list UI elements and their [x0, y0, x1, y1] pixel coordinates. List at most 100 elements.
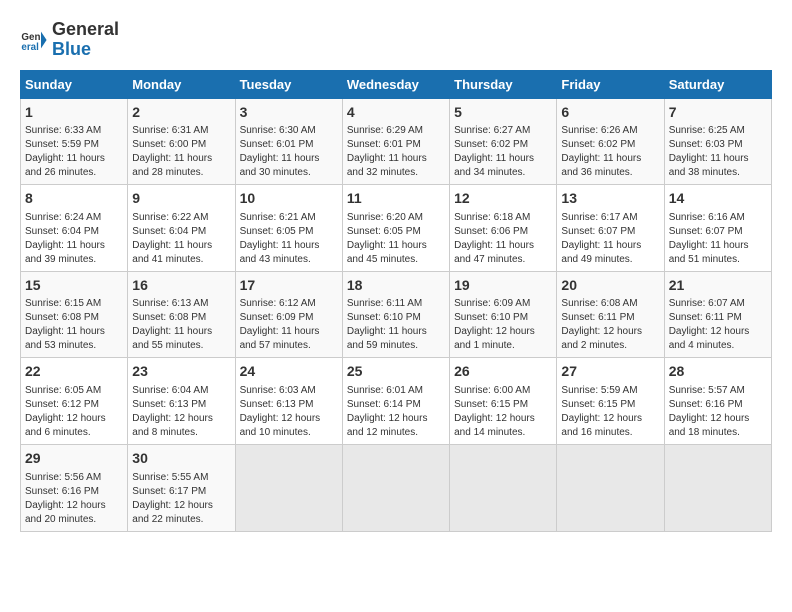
day-number: 6 — [561, 103, 659, 123]
calendar-cell: 2Sunrise: 6:31 AMSunset: 6:00 PMDaylight… — [128, 98, 235, 185]
calendar-cell — [557, 444, 664, 531]
calendar-cell: 28Sunrise: 5:57 AMSunset: 6:16 PMDayligh… — [664, 358, 771, 445]
day-number: 4 — [347, 103, 445, 123]
day-info: Sunrise: 6:13 AMSunset: 6:08 PMDaylight:… — [132, 297, 230, 353]
calendar-cell: 25Sunrise: 6:01 AMSunset: 6:14 PMDayligh… — [342, 358, 449, 445]
calendar-cell: 12Sunrise: 6:18 AMSunset: 6:06 PMDayligh… — [450, 185, 557, 272]
calendar-cell: 7Sunrise: 6:25 AMSunset: 6:03 PMDaylight… — [664, 98, 771, 185]
day-info: Sunrise: 6:00 AMSunset: 6:15 PMDaylight:… — [454, 384, 552, 440]
day-number: 9 — [132, 189, 230, 209]
page-header: Gen eral General Blue — [20, 20, 772, 60]
day-info: Sunrise: 6:15 AMSunset: 6:08 PMDaylight:… — [25, 297, 123, 353]
calendar-cell: 20Sunrise: 6:08 AMSunset: 6:11 PMDayligh… — [557, 271, 664, 358]
calendar-cell: 24Sunrise: 6:03 AMSunset: 6:13 PMDayligh… — [235, 358, 342, 445]
day-number: 23 — [132, 362, 230, 382]
day-info: Sunrise: 6:21 AMSunset: 6:05 PMDaylight:… — [240, 211, 338, 267]
calendar-cell: 6Sunrise: 6:26 AMSunset: 6:02 PMDaylight… — [557, 98, 664, 185]
calendar-cell: 8Sunrise: 6:24 AMSunset: 6:04 PMDaylight… — [21, 185, 128, 272]
calendar-cell — [450, 444, 557, 531]
calendar-row: 22Sunrise: 6:05 AMSunset: 6:12 PMDayligh… — [21, 358, 772, 445]
day-number: 24 — [240, 362, 338, 382]
day-info: Sunrise: 6:03 AMSunset: 6:13 PMDaylight:… — [240, 384, 338, 440]
day-info: Sunrise: 6:25 AMSunset: 6:03 PMDaylight:… — [669, 124, 767, 180]
calendar-cell: 11Sunrise: 6:20 AMSunset: 6:05 PMDayligh… — [342, 185, 449, 272]
day-info: Sunrise: 6:22 AMSunset: 6:04 PMDaylight:… — [132, 211, 230, 267]
day-number: 14 — [669, 189, 767, 209]
header-friday: Friday — [557, 70, 664, 98]
day-number: 28 — [669, 362, 767, 382]
day-info: Sunrise: 5:59 AMSunset: 6:15 PMDaylight:… — [561, 384, 659, 440]
logo-icon: Gen eral — [20, 26, 48, 54]
day-number: 17 — [240, 276, 338, 296]
day-number: 13 — [561, 189, 659, 209]
day-number: 8 — [25, 189, 123, 209]
calendar-cell: 4Sunrise: 6:29 AMSunset: 6:01 PMDaylight… — [342, 98, 449, 185]
calendar-cell: 23Sunrise: 6:04 AMSunset: 6:13 PMDayligh… — [128, 358, 235, 445]
day-info: Sunrise: 6:01 AMSunset: 6:14 PMDaylight:… — [347, 384, 445, 440]
header-tuesday: Tuesday — [235, 70, 342, 98]
day-number: 21 — [669, 276, 767, 296]
day-info: Sunrise: 6:33 AMSunset: 5:59 PMDaylight:… — [25, 124, 123, 180]
calendar-cell: 22Sunrise: 6:05 AMSunset: 6:12 PMDayligh… — [21, 358, 128, 445]
calendar-cell: 26Sunrise: 6:00 AMSunset: 6:15 PMDayligh… — [450, 358, 557, 445]
day-number: 30 — [132, 449, 230, 469]
day-info: Sunrise: 6:16 AMSunset: 6:07 PMDaylight:… — [669, 211, 767, 267]
day-info: Sunrise: 6:31 AMSunset: 6:00 PMDaylight:… — [132, 124, 230, 180]
day-info: Sunrise: 6:26 AMSunset: 6:02 PMDaylight:… — [561, 124, 659, 180]
day-info: Sunrise: 6:30 AMSunset: 6:01 PMDaylight:… — [240, 124, 338, 180]
day-number: 1 — [25, 103, 123, 123]
day-info: Sunrise: 6:12 AMSunset: 6:09 PMDaylight:… — [240, 297, 338, 353]
day-info: Sunrise: 6:27 AMSunset: 6:02 PMDaylight:… — [454, 124, 552, 180]
header-thursday: Thursday — [450, 70, 557, 98]
day-number: 25 — [347, 362, 445, 382]
day-info: Sunrise: 5:56 AMSunset: 6:16 PMDaylight:… — [25, 471, 123, 527]
day-number: 7 — [669, 103, 767, 123]
calendar-row: 29Sunrise: 5:56 AMSunset: 6:16 PMDayligh… — [21, 444, 772, 531]
day-number: 26 — [454, 362, 552, 382]
header-saturday: Saturday — [664, 70, 771, 98]
calendar-header-row: SundayMondayTuesdayWednesdayThursdayFrid… — [21, 70, 772, 98]
day-number: 11 — [347, 189, 445, 209]
day-info: Sunrise: 6:09 AMSunset: 6:10 PMDaylight:… — [454, 297, 552, 353]
day-info: Sunrise: 6:24 AMSunset: 6:04 PMDaylight:… — [25, 211, 123, 267]
day-number: 20 — [561, 276, 659, 296]
day-info: Sunrise: 6:17 AMSunset: 6:07 PMDaylight:… — [561, 211, 659, 267]
day-info: Sunrise: 6:04 AMSunset: 6:13 PMDaylight:… — [132, 384, 230, 440]
day-info: Sunrise: 5:57 AMSunset: 6:16 PMDaylight:… — [669, 384, 767, 440]
calendar-cell: 18Sunrise: 6:11 AMSunset: 6:10 PMDayligh… — [342, 271, 449, 358]
calendar-cell: 29Sunrise: 5:56 AMSunset: 6:16 PMDayligh… — [21, 444, 128, 531]
day-number: 16 — [132, 276, 230, 296]
calendar-cell: 21Sunrise: 6:07 AMSunset: 6:11 PMDayligh… — [664, 271, 771, 358]
svg-text:eral: eral — [21, 42, 39, 53]
day-number: 3 — [240, 103, 338, 123]
calendar-row: 1Sunrise: 6:33 AMSunset: 5:59 PMDaylight… — [21, 98, 772, 185]
day-number: 2 — [132, 103, 230, 123]
day-number: 22 — [25, 362, 123, 382]
calendar-cell: 16Sunrise: 6:13 AMSunset: 6:08 PMDayligh… — [128, 271, 235, 358]
day-number: 12 — [454, 189, 552, 209]
header-sunday: Sunday — [21, 70, 128, 98]
logo-text: General Blue — [52, 20, 119, 60]
calendar-cell: 15Sunrise: 6:15 AMSunset: 6:08 PMDayligh… — [21, 271, 128, 358]
header-wednesday: Wednesday — [342, 70, 449, 98]
calendar-cell: 27Sunrise: 5:59 AMSunset: 6:15 PMDayligh… — [557, 358, 664, 445]
calendar-cell: 3Sunrise: 6:30 AMSunset: 6:01 PMDaylight… — [235, 98, 342, 185]
calendar-cell — [664, 444, 771, 531]
day-number: 19 — [454, 276, 552, 296]
calendar-table: SundayMondayTuesdayWednesdayThursdayFrid… — [20, 70, 772, 532]
calendar-cell: 1Sunrise: 6:33 AMSunset: 5:59 PMDaylight… — [21, 98, 128, 185]
calendar-cell — [235, 444, 342, 531]
day-info: Sunrise: 6:05 AMSunset: 6:12 PMDaylight:… — [25, 384, 123, 440]
calendar-row: 15Sunrise: 6:15 AMSunset: 6:08 PMDayligh… — [21, 271, 772, 358]
day-info: Sunrise: 5:55 AMSunset: 6:17 PMDaylight:… — [132, 471, 230, 527]
calendar-row: 8Sunrise: 6:24 AMSunset: 6:04 PMDaylight… — [21, 185, 772, 272]
logo: Gen eral General Blue — [20, 20, 119, 60]
day-info: Sunrise: 6:18 AMSunset: 6:06 PMDaylight:… — [454, 211, 552, 267]
day-number: 29 — [25, 449, 123, 469]
calendar-cell: 10Sunrise: 6:21 AMSunset: 6:05 PMDayligh… — [235, 185, 342, 272]
day-number: 18 — [347, 276, 445, 296]
day-info: Sunrise: 6:29 AMSunset: 6:01 PMDaylight:… — [347, 124, 445, 180]
day-info: Sunrise: 6:07 AMSunset: 6:11 PMDaylight:… — [669, 297, 767, 353]
calendar-cell: 9Sunrise: 6:22 AMSunset: 6:04 PMDaylight… — [128, 185, 235, 272]
calendar-cell: 17Sunrise: 6:12 AMSunset: 6:09 PMDayligh… — [235, 271, 342, 358]
